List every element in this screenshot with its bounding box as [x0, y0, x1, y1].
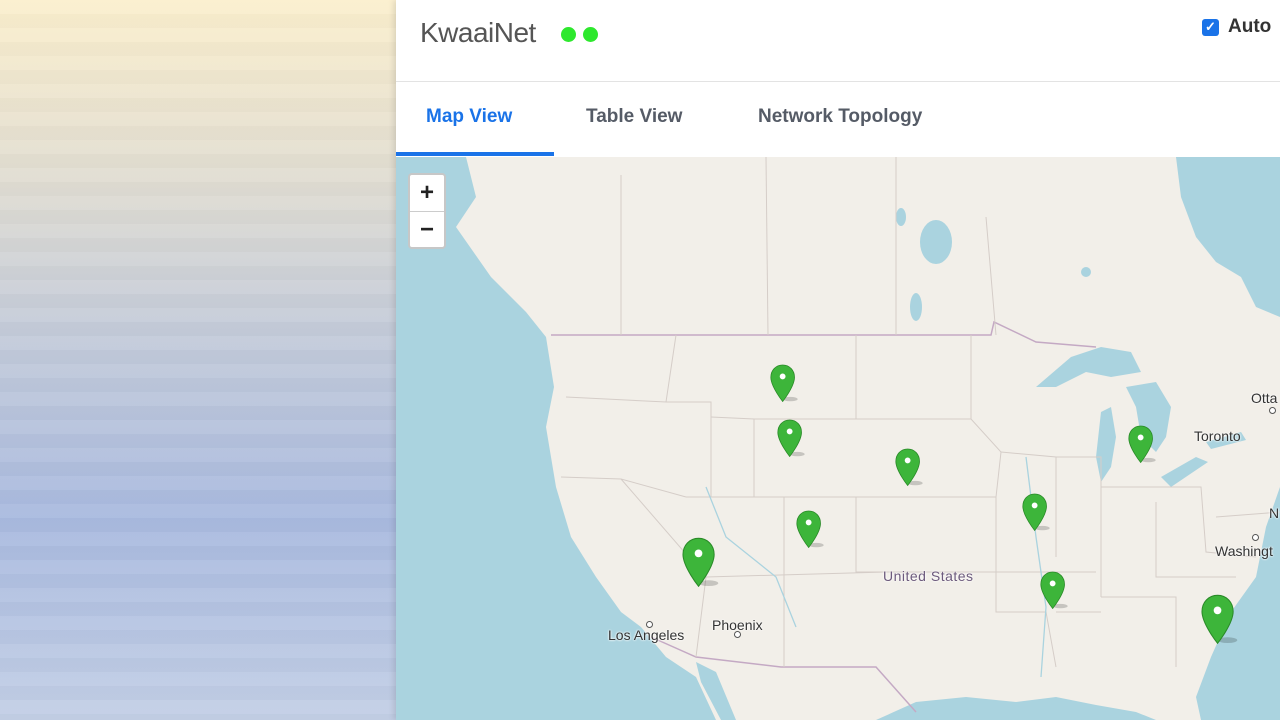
desktop-backdrop — [0, 0, 396, 720]
auto-refresh-label: Auto — [1228, 16, 1272, 37]
map-label-city: Toronto — [1194, 428, 1241, 444]
map-label-city: N — [1269, 505, 1280, 521]
city-dot-icon — [646, 621, 653, 628]
tab-map-view[interactable]: Map View — [426, 82, 512, 156]
city-dot-icon — [1252, 534, 1259, 541]
lake-erie — [1161, 457, 1208, 487]
checkbox-icon[interactable]: ✓ — [1202, 18, 1219, 36]
status-dot-icon — [583, 27, 598, 42]
map-label-city: Otta — [1251, 390, 1278, 406]
gulf-of-mexico — [876, 697, 1156, 720]
zoom-in-button[interactable]: + — [410, 175, 444, 212]
city-dot-icon — [1269, 407, 1276, 414]
tab-table-view[interactable]: Table View — [586, 82, 682, 156]
hudson-bay — [1176, 157, 1280, 317]
lake-michigan — [1096, 407, 1116, 482]
map-label-country: United States — [883, 568, 974, 584]
map-label-city: Washingt — [1215, 543, 1273, 559]
status-dot-icon — [561, 27, 576, 42]
active-tab-indicator — [396, 152, 554, 156]
lake-superior — [1036, 347, 1141, 387]
auto-refresh-toggle[interactable]: ✓ Auto — [1202, 16, 1271, 38]
app-header: KwaaiNet ✓ Auto — [396, 0, 1280, 82]
map-view[interactable]: + − United States Toronto Otta Washingt … — [396, 157, 1280, 720]
app-window: KwaaiNet ✓ Auto Map View Table View Netw… — [396, 0, 1280, 720]
zoom-out-button[interactable]: − — [410, 212, 444, 248]
city-dot-icon — [734, 631, 741, 638]
tab-network-topology[interactable]: Network Topology — [758, 82, 922, 156]
map-label-city: Los Angeles — [608, 627, 685, 643]
zoom-control: + − — [408, 173, 446, 249]
app-title: KwaaiNet — [420, 17, 536, 48]
view-tabs: Map View Table View Network Topology — [396, 82, 1280, 156]
